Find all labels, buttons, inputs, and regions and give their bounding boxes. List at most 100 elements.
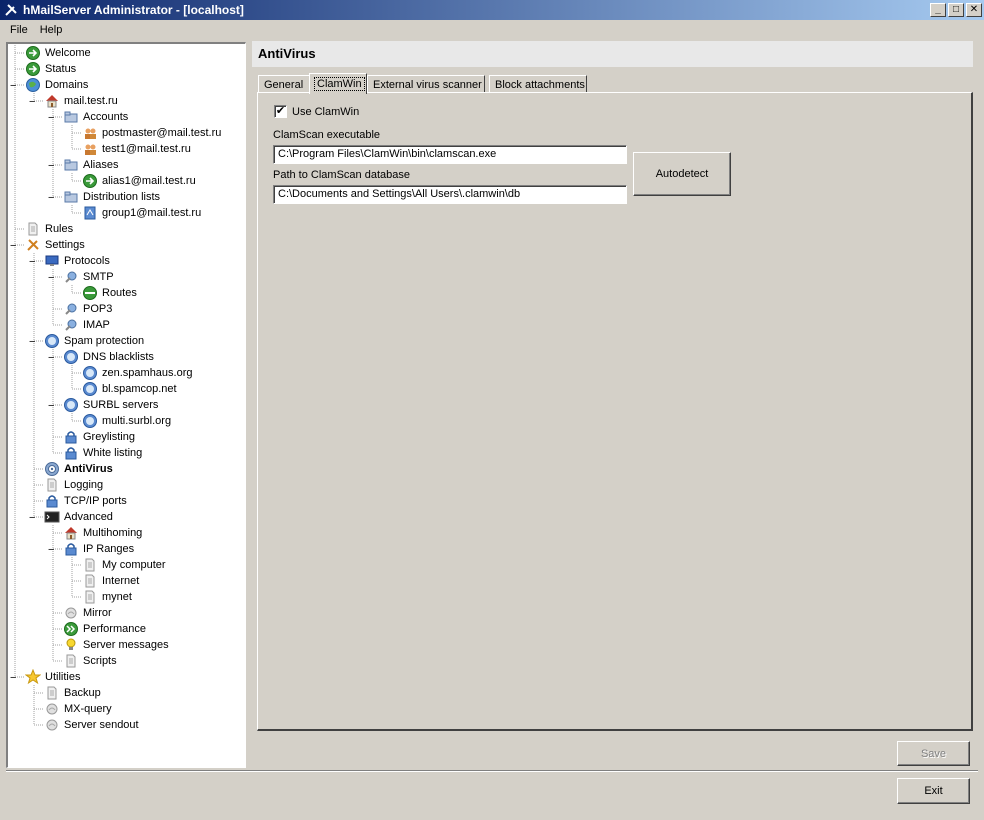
menu-file[interactable]: File <box>4 22 34 38</box>
tree-item-multi-surbl-org[interactable]: multi.surbl.org <box>82 413 172 429</box>
collapse-toggle[interactable]: − <box>48 544 54 556</box>
mirror-icon <box>44 701 60 717</box>
tree-item-server-sendout[interactable]: Server sendout <box>44 717 140 733</box>
executable-label: ClamScan executable <box>273 129 381 141</box>
collapse-toggle[interactable]: − <box>48 112 54 124</box>
exit-button[interactable]: Exit <box>897 778 970 804</box>
collapse-toggle[interactable]: − <box>10 80 16 92</box>
tree-item-ip-ranges[interactable]: IP Ranges <box>63 541 135 557</box>
tree-item-internet[interactable]: Internet <box>82 573 140 589</box>
tree-item-label: Spam protection <box>64 335 145 347</box>
database-input[interactable]: C:\Documents and Settings\All Users\.cla… <box>273 185 627 204</box>
tree-item-label: Backup <box>64 687 101 699</box>
collapse-toggle[interactable]: − <box>29 336 35 348</box>
maximize-button[interactable]: □ <box>948 3 964 17</box>
doc-icon <box>44 685 60 701</box>
tree-item-label: zen.spamhaus.org <box>102 367 193 379</box>
tree-item-aliases[interactable]: Aliases <box>63 157 119 173</box>
tree-item-multihoming[interactable]: Multihoming <box>63 525 143 541</box>
tree-item-mail-test-ru[interactable]: mail.test.ru <box>44 93 119 109</box>
use-clamwin-checkbox[interactable]: ✔ <box>274 105 287 118</box>
collapse-toggle[interactable]: − <box>10 672 16 684</box>
tree-item-distribution-lists[interactable]: Distribution lists <box>63 189 161 205</box>
shield-icon <box>44 333 60 349</box>
executable-input[interactable]: C:\Program Files\ClamWin\bin\clamscan.ex… <box>273 145 627 164</box>
tree-item-group1-mail-test-ru[interactable]: group1@mail.test.ru <box>82 205 202 221</box>
tree-item-label: Rules <box>45 223 74 235</box>
console-icon <box>44 509 60 525</box>
tree-item-mynet[interactable]: mynet <box>82 589 133 605</box>
tree-item-tcp-ip-ports[interactable]: TCP/IP ports <box>44 493 128 509</box>
tree-item-server-messages[interactable]: Server messages <box>63 637 170 653</box>
doc-icon <box>25 221 41 237</box>
arrow-icon <box>82 173 98 189</box>
menu-help[interactable]: Help <box>34 22 69 38</box>
tree-item-bl-spamcop-net[interactable]: bl.spamcop.net <box>82 381 178 397</box>
doc-icon <box>63 653 79 669</box>
tree-item-label: bl.spamcop.net <box>102 383 177 395</box>
protocol-icon <box>63 317 79 333</box>
tree-item-label: DNS blacklists <box>83 351 154 363</box>
tree-item-logging[interactable]: Logging <box>44 477 104 493</box>
tree-item-label: Welcome <box>45 47 91 59</box>
tree-item-label: Utilities <box>45 671 81 683</box>
app-tools-icon <box>3 2 19 18</box>
target-icon <box>44 461 60 477</box>
tree-item-dns-blacklists[interactable]: DNS blacklists <box>63 349 155 365</box>
collapse-toggle[interactable]: − <box>48 192 54 204</box>
tree-item-status[interactable]: Status <box>25 61 77 77</box>
collapse-toggle[interactable]: − <box>48 400 54 412</box>
tree-item-zen-spamhaus-org[interactable]: zen.spamhaus.org <box>82 365 194 381</box>
tree-item-test1-mail-test-ru[interactable]: test1@mail.test.ru <box>82 141 192 157</box>
tree-item-label: Domains <box>45 79 89 91</box>
collapse-toggle[interactable]: − <box>48 352 54 364</box>
close-button[interactable]: ✕ <box>966 3 982 17</box>
minimize-button[interactable]: _ <box>930 3 946 17</box>
tree-item-advanced[interactable]: Advanced <box>44 509 114 525</box>
tree-item-protocols[interactable]: Protocols <box>44 253 111 269</box>
tree-item-label: TCP/IP ports <box>64 495 127 507</box>
tree-item-postmaster-mail-test-ru[interactable]: postmaster@mail.test.ru <box>82 125 222 141</box>
mirror-icon <box>44 717 60 733</box>
tree-item-rules[interactable]: Rules <box>25 221 74 237</box>
tree-item-label: POP3 <box>83 303 113 315</box>
tree-item-label: Accounts <box>83 111 129 123</box>
collapse-toggle[interactable]: − <box>10 240 16 252</box>
tree-item-mirror[interactable]: Mirror <box>63 605 113 621</box>
collapse-toggle[interactable]: − <box>48 160 54 172</box>
collapse-toggle[interactable]: − <box>29 96 35 108</box>
monitor-icon <box>44 253 60 269</box>
collapse-toggle[interactable]: − <box>29 512 35 524</box>
tree-item-surbl-servers[interactable]: SURBL servers <box>63 397 159 413</box>
tree-item-routes[interactable]: Routes <box>82 285 138 301</box>
tree-item-backup[interactable]: Backup <box>44 685 102 701</box>
collapse-toggle[interactable]: − <box>48 272 54 284</box>
tab-clamwin-label: ClamWin <box>314 77 365 91</box>
tree-item-alias1-mail-test-ru[interactable]: alias1@mail.test.ru <box>82 173 197 189</box>
tree-item-smtp[interactable]: SMTP <box>63 269 115 285</box>
tree-item-label: Performance <box>83 623 146 635</box>
tree-item-imap[interactable]: IMAP <box>63 317 111 333</box>
tree-item-antivirus[interactable]: AntiVirus <box>44 461 114 477</box>
tree-item-white-listing[interactable]: White listing <box>63 445 143 461</box>
tree-item-settings[interactable]: Settings <box>25 237 86 253</box>
tree-item-utilities[interactable]: Utilities <box>25 669 81 685</box>
collapse-toggle[interactable]: − <box>29 256 35 268</box>
tree-item-accounts[interactable]: Accounts <box>63 109 129 125</box>
tab-clamwin[interactable]: ClamWin <box>309 73 367 94</box>
tree-item-domains[interactable]: Domains <box>25 77 89 93</box>
page-title: AntiVirus <box>252 41 973 67</box>
tree-item-welcome[interactable]: Welcome <box>25 45 92 61</box>
tree-item-greylisting[interactable]: Greylisting <box>63 429 136 445</box>
autodetect-button[interactable]: Autodetect <box>633 152 731 196</box>
tree-item-mx-query[interactable]: MX-query <box>44 701 113 717</box>
tree-item-performance[interactable]: Performance <box>63 621 147 637</box>
tree-item-label: postmaster@mail.test.ru <box>102 127 222 139</box>
navigation-tree[interactable]: Welcome Status Domains − mail.test.ru − Accoun… <box>6 42 246 768</box>
tree-item-spam-protection[interactable]: Spam protection <box>44 333 145 349</box>
tree-item-scripts[interactable]: Scripts <box>63 653 118 669</box>
save-button[interactable]: Save <box>897 741 970 766</box>
tree-item-pop3[interactable]: POP3 <box>63 301 113 317</box>
tree-item-my-computer[interactable]: My computer <box>82 557 167 573</box>
use-clamwin-row[interactable]: ✔ Use ClamWin <box>274 105 359 118</box>
